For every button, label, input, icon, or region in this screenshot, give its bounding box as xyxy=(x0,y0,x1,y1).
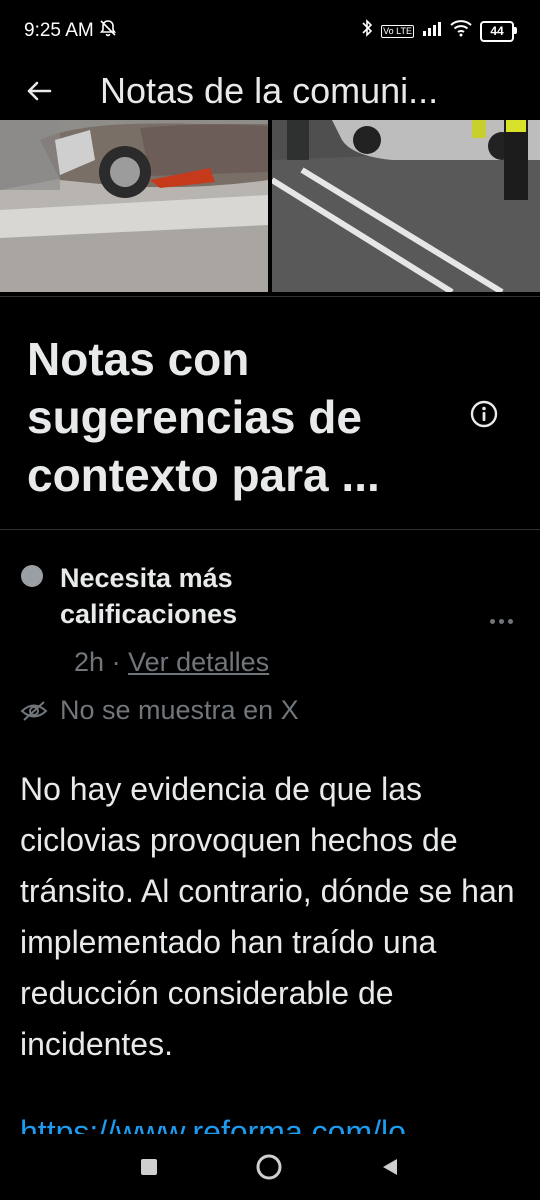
note-age: 2h xyxy=(74,647,105,677)
app-header: Notas de la comuni... xyxy=(0,62,540,120)
triangle-icon xyxy=(383,1159,397,1175)
nav-back-button[interactable] xyxy=(379,1156,401,1178)
home-button[interactable] xyxy=(255,1153,283,1181)
square-icon xyxy=(141,1159,157,1175)
page-title: Notas de la comuni... xyxy=(100,70,439,111)
system-nav-bar xyxy=(0,1134,540,1200)
more-horizontal-icon xyxy=(508,618,513,624)
note-status: Necesita más calificaciones xyxy=(60,563,238,629)
signal-icon xyxy=(422,20,442,42)
more-options-button[interactable] xyxy=(490,614,520,628)
status-bar: 9:25 AM Vo LTE 44 xyxy=(0,0,540,62)
section-title: Notas con sugerencias de contexto para .… xyxy=(27,333,380,501)
accident-photo-2[interactable] xyxy=(272,120,540,292)
section-divider xyxy=(0,529,540,530)
details-link[interactable]: Ver detalles xyxy=(128,647,269,677)
media-divider xyxy=(0,296,540,297)
accident-photo-1[interactable] xyxy=(0,120,268,292)
back-button[interactable] xyxy=(0,62,78,120)
status-time: 9:25 AM xyxy=(24,20,94,41)
battery-icon: 44 xyxy=(480,20,517,42)
info-button[interactable] xyxy=(470,400,498,428)
eye-off-icon xyxy=(20,700,48,721)
note-body: No hay evidencia de que las ciclovias pr… xyxy=(20,771,515,1062)
info-icon xyxy=(470,400,498,428)
more-horizontal-icon xyxy=(499,618,504,624)
post-media[interactable] xyxy=(0,120,540,292)
visibility-row: No se muestra en X xyxy=(20,695,299,726)
circle-icon xyxy=(256,1154,282,1180)
note-meta: 2h · Ver detalles xyxy=(74,643,269,681)
note-link-container: https://www.reforma.com/lo xyxy=(20,1112,520,1134)
status-dot-icon xyxy=(21,565,43,587)
status-left: 9:25 AM xyxy=(24,18,118,44)
recents-button[interactable] xyxy=(139,1157,159,1177)
arrow-left-icon xyxy=(27,81,52,101)
bluetooth-icon xyxy=(361,18,373,44)
note-source-link[interactable]: https://www.reforma.com/lo xyxy=(20,1112,520,1134)
status-right: Vo LTE 44 xyxy=(361,18,517,44)
meta-separator: · xyxy=(111,647,121,677)
volte-icon: Vo LTE xyxy=(381,24,414,38)
wifi-icon xyxy=(450,19,472,43)
section-header: Notas con sugerencias de contexto para .… xyxy=(0,330,540,504)
more-horizontal-icon xyxy=(490,618,495,624)
visibility-label: No se muestra en X xyxy=(60,695,299,725)
muted-notifications-icon xyxy=(98,18,118,44)
